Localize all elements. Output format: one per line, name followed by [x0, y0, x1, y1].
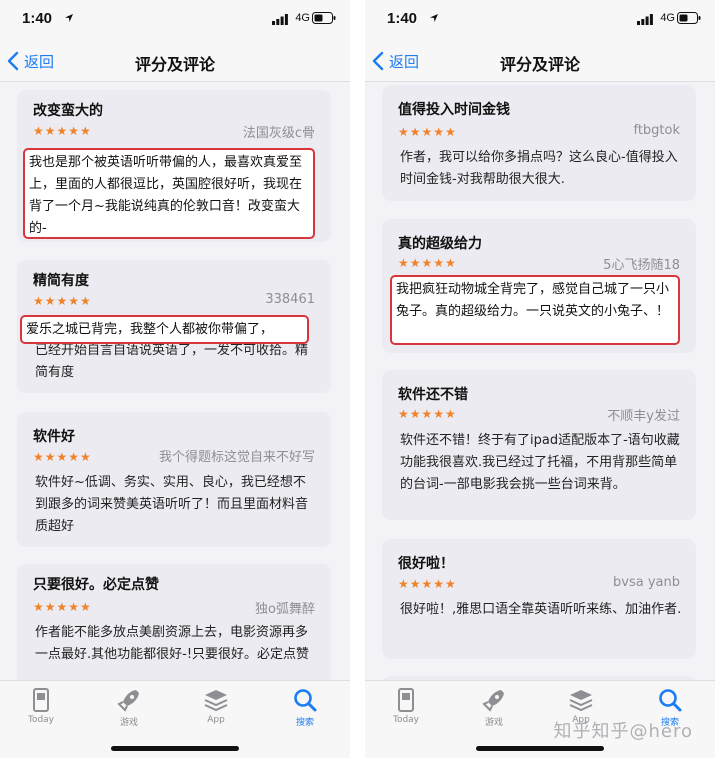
star-rating: ★★★★★ [398, 256, 457, 270]
review-body: 作者能不能多放点美剧资源上去，电影资源再多一点最好.其他功能都很好-!只要很好。… [35, 625, 310, 662]
review-body: 很好啦！,雅思口语全靠英语听听来练、加油作者. [400, 602, 682, 617]
review-list[interactable]: 改变蛮大的 ★★★★★ 法国灰级c骨 我也是那个被英语听听带偏的人，最喜欢真爱至… [0, 82, 350, 680]
star-rating: ★★★★★ [398, 407, 457, 421]
review-card[interactable]: 很好啦！ ★★★★★ bvsa yanb 很好啦！,雅思口语全靠英语听听来练、加… [382, 539, 696, 659]
tab-apps[interactable]: App [186, 687, 246, 725]
tab-search[interactable]: 搜索 [275, 687, 335, 728]
search-icon [659, 689, 682, 712]
navigation-bar: 返回 评分及评论 [365, 40, 715, 82]
review-author: bvsa yanb [613, 575, 680, 590]
network-type: 4G [295, 12, 310, 24]
review-title: 精简有度 [33, 273, 89, 289]
status-time: 1:40 [22, 10, 53, 27]
today-icon [398, 688, 414, 712]
review-title: 真的超级给力 [398, 236, 482, 252]
star-rating: ★★★★★ [33, 294, 92, 308]
status-bar: 1:40 4G [0, 0, 350, 40]
cellular-signal-icon [272, 14, 288, 25]
home-indicator[interactable] [111, 746, 239, 751]
review-body: 作者，我可以给你多捐点吗？这么良心-值得投入时间金钱-对我帮助很大很大. [400, 150, 678, 187]
star-rating: ★★★★★ [398, 125, 457, 139]
tab-games[interactable]: 游戏 [99, 687, 159, 728]
search-icon [294, 689, 317, 712]
review-body: 软件好~低调、务实、实用、良心，我已经想不到跟多的词来赞美英语听听了！而且里面材… [35, 475, 309, 534]
review-card[interactable]: 改变蛮大的 ★★★★★ 法国灰级c骨 我也是那个被英语听听带偏的人，最喜欢真爱至… [17, 90, 331, 242]
page-title: 评分及评论 [134, 55, 215, 74]
tab-label: App [207, 715, 225, 725]
star-rating: ★★★★★ [398, 577, 457, 591]
status-time: 1:40 [387, 10, 418, 27]
review-card[interactable]: 只要很好。必定点赞 ★★★★★ 独o弧舞醉 作者能不能多放点美剧资源上去，电影资… [17, 564, 331, 680]
review-body: 软件还不错！终于有了ipad适配版本了-语句收藏功能我很喜欢.我已经过了托福，不… [400, 433, 680, 492]
rocket-icon [482, 690, 504, 712]
location-arrow-icon [430, 14, 438, 22]
navigation-bar: 返回 评分及评论 [0, 40, 350, 82]
highlighted-review-text: 我也是那个被英语听听带偏的人，最喜欢真爱至上，里面的人都很逗比，英国腔很好听，我… [23, 148, 315, 239]
review-card[interactable]: 真的超级给力 ★★★★★ 5心飞扬随18 我把疯狂动物城全背完了，感觉自己城了一… [382, 219, 696, 353]
phone-screen-right: 1:40 4G 返回 评分及评论 值得投入时间金钱 ★★★★★ ftbgtok … [365, 0, 715, 758]
cellular-signal-icon [637, 14, 653, 25]
review-author: 法国灰级c骨 [242, 126, 315, 141]
page-title: 评分及评论 [499, 55, 580, 74]
tab-label: 游戏 [484, 718, 503, 728]
network-type: 4G [660, 12, 675, 24]
watermark: 知乎知乎@hero [553, 721, 693, 742]
layers-icon [204, 690, 228, 712]
review-card[interactable]: 值得投入时间金钱 ★★★★★ ftbgtok 作者，我可以给你多捐点吗？这么良心… [382, 85, 696, 201]
status-bar: 1:40 4G [365, 0, 715, 40]
review-author: 不顺丰y发过 [607, 409, 680, 424]
location-arrow-icon [65, 14, 73, 22]
review-title: 值得投入时间金钱 [398, 102, 510, 118]
review-title: 软件好 [33, 429, 75, 445]
review-author: 我个得题标这觉自来不好写 [158, 450, 315, 465]
rocket-icon [117, 690, 139, 712]
layers-icon [569, 690, 593, 712]
review-body: 已经开始自言自语说英语了，一发不可收拾。精简有度 [35, 343, 309, 380]
highlighted-review-text: 我把疯狂动物城全背完了，感觉自己城了一只小兔子。真的超级给力。一只说英文的小兔子… [390, 275, 680, 345]
star-rating: ★★★★★ [33, 124, 92, 138]
star-rating: ★★★★★ [33, 450, 92, 464]
review-list[interactable]: 值得投入时间金钱 ★★★★★ ftbgtok 作者，我可以给你多捐点吗？这么良心… [365, 82, 715, 680]
home-indicator[interactable] [476, 746, 604, 751]
review-title: 软件还不错 [398, 387, 468, 403]
review-author: 独o弧舞醉 [255, 602, 315, 617]
tab-today[interactable]: Today [376, 687, 436, 725]
review-title: 改变蛮大的 [33, 103, 103, 119]
review-author: ftbgtok [633, 123, 680, 138]
review-title: 很好啦！ [398, 556, 454, 572]
highlighted-review-text: 爱乐之城已背完，我整个人都被你带偏了， [20, 315, 309, 344]
tab-label: 搜索 [295, 718, 314, 728]
tab-bar: Today 游戏 App 搜索 知乎知乎@hero [365, 680, 715, 758]
battery-icon [677, 12, 701, 24]
tab-label: Today [392, 715, 420, 725]
star-rating: ★★★★★ [33, 600, 92, 614]
tab-games[interactable]: 游戏 [464, 687, 524, 728]
review-title: 只要很好。必定点赞 [33, 577, 159, 593]
review-author: 338461 [265, 292, 315, 307]
review-card[interactable]: 精简有度 ★★★★★ 338461 已经开始自言自语说英语了，一发不可收拾。精简… [17, 260, 331, 393]
battery-icon [312, 12, 336, 24]
review-card[interactable]: 软件好 ★★★★★ 我个得题标这觉自来不好写 软件好~低调、务实、实用、良心，我… [17, 412, 331, 547]
tab-bar: Today 游戏 App 搜索 [0, 680, 350, 758]
tab-label: Today [27, 715, 55, 725]
tab-label: 游戏 [119, 718, 138, 728]
review-card[interactable]: 软件还不错 ★★★★★ 不顺丰y发过 软件还不错！终于有了ipad适配版本了-语… [382, 370, 696, 520]
phone-screen-left: 1:40 4G 返回 评分及评论 改变蛮大的 ★★★★★ 法国灰级c骨 我也是那… [0, 0, 350, 758]
today-icon [33, 688, 49, 712]
tab-today[interactable]: Today [11, 687, 71, 725]
review-author: 5心飞扬随18 [603, 258, 680, 273]
